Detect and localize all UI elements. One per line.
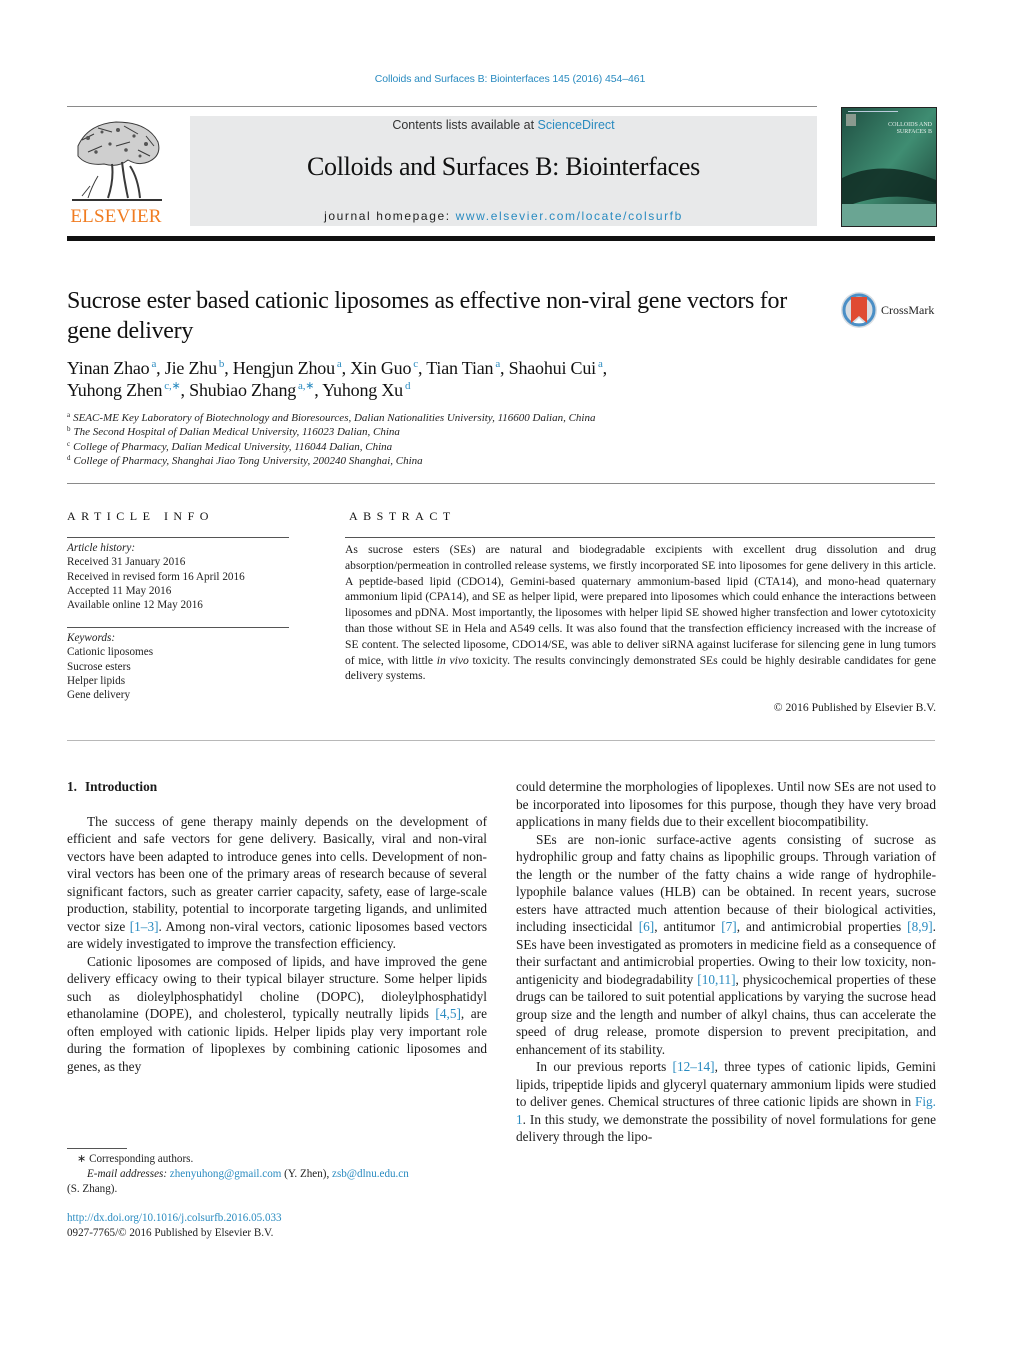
abstract-text: As sucrose esters (SEs) are natural and … [345,543,936,683]
author[interactable]: Yuhong Zhen c,∗ [67,380,181,400]
issn-copyright: 0927-7765/© 2016 Published by Elsevier B… [67,1227,274,1239]
cover-title-line1: COLLOIDS AND [888,122,933,128]
affiliation: a SEAC-ME Key Laboratory of Biotechnology… [67,411,596,425]
contents-line: Contents lists available at ScienceDirec… [190,118,817,132]
journal-title: Colloids and Surfaces B: Biointerfaces [307,152,700,181]
email-note: E-mail addresses: zhenyuhong@gmail.com (… [87,1168,409,1180]
affiliation-list: a SEAC-ME Key Laboratory of Biotechnology… [67,411,937,468]
doi-link[interactable]: http://dx.doi.org/10.1016/j.colsurfb.201… [67,1212,282,1224]
affiliation: c College of Pharmacy, Dalian Medical Uni… [67,439,393,453]
footnotes: ∗ Corresponding authors. E-mail addresse… [67,1152,487,1197]
article-title: Sucrose ester based cationic liposomes a… [67,288,787,344]
history-item: Available online 12 May 2016 [67,599,203,612]
citation-link[interactable]: [1–3] [130,919,159,934]
author[interactable]: Xin Guo c [350,358,418,378]
elsevier-tree-icon [72,121,162,201]
citation-link[interactable]: [12–14] [673,1059,715,1074]
abstract-rule [345,537,935,538]
affiliation-rule [67,483,935,484]
section-heading-introduction: 1. Introduction [67,779,158,794]
affiliation: b The Second Hospital of Dalian Medical U… [67,425,400,439]
citation-link[interactable]: [8,9] [907,919,932,934]
crossmark-badge[interactable]: CrossMark [840,291,940,329]
author-list: Yinan Zhao a, Jie Zhu b, Hengjun Zhou a, Xi… [67,358,607,400]
journal-citation[interactable]: Colloids and Surfaces B: Biointerfaces 1… [0,73,1020,85]
keywords: Keywords: Cationic liposomes Sucrose est… [67,631,297,702]
author[interactable]: Jie Zhu b [165,358,225,378]
corresponding-note: ∗ Corresponding authors. [77,1153,194,1165]
keywords-rule [67,627,289,628]
email-link[interactable]: zhenyuhong@gmail.com [170,1168,282,1180]
citation-link[interactable]: [7] [721,919,737,934]
contents-prefix: Contents lists available at [392,118,538,132]
affiliation: d College of Pharmacy, Shanghai Jiao Tong… [67,453,423,467]
journal-cover-thumbnail[interactable]: COLLOIDS AND SURFACES B [841,107,937,227]
keyword: Gene delivery [67,689,131,702]
citation-link[interactable]: [4,5] [435,1006,460,1021]
author[interactable]: Yinan Zhao a [67,358,156,378]
crossmark-icon [841,292,877,328]
history-item: Received in revised form 16 April 2016 [67,570,245,583]
body-paragraph: SEs are non-ionic surface-active agents … [516,831,936,1057]
header-rule [67,106,817,107]
elsevier-logo[interactable]: ELSEVIER [66,116,166,228]
author[interactable]: Yuhong Xu d [322,380,410,400]
journal-homepage-link[interactable]: www.elsevier.com/locate/colsurfb [456,209,683,223]
history-label: Article history: [67,542,136,554]
abstract-heading: ABSTRACT [349,509,456,523]
citation-link[interactable]: [10,11] [697,972,735,987]
body-paragraph: The success of gene therapy mainly depen… [67,813,487,952]
abstract-bottom-rule [67,740,935,741]
sciencedirect-link[interactable]: ScienceDirect [538,118,615,132]
email-owner: (S. Zhang). [67,1183,118,1195]
author[interactable]: Shaohui Cui a [509,358,603,378]
crossmark-label: CrossMark [881,303,935,317]
body-paragraph: In our previous reports [12–14], three t… [516,1059,936,1144]
elsevier-wordmark: ELSEVIER [70,206,162,227]
journal-cover-art-icon: COLLOIDS AND SURFACES B [842,108,936,226]
body-column-right: could determine the morphologies of lipo… [516,778,936,1146]
doi-block: http://dx.doi.org/10.1016/j.colsurfb.201… [67,1211,487,1241]
author[interactable]: Shubiao Zhang a,∗ [189,380,314,400]
abstract-copyright: © 2016 Published by Elsevier B.V. [773,701,936,714]
article-history: Article history: Received 31 January 201… [67,541,297,612]
header-thick-rule [67,236,935,241]
article-info-rule [67,537,289,538]
body-paragraph: could determine the morphologies of lipo… [516,779,936,829]
keyword: Cationic liposomes [67,646,154,659]
homepage-prefix: journal homepage: [324,209,456,223]
keywords-label: Keywords: [67,632,116,644]
cover-title-line2: SURFACES B [897,129,932,135]
keyword: Sucrose esters [67,660,131,673]
body-paragraph: Cationic liposomes are composed of lipid… [67,953,487,1074]
journal-homepage-line: journal homepage: www.elsevier.com/locat… [190,209,817,223]
article-info-heading: ARTICLE INFO [67,509,214,523]
citation-link[interactable]: [6] [639,919,655,934]
footnote-rule [67,1148,127,1149]
author[interactable]: Tian Tian a [426,358,500,378]
body-column-left: 1. Introduction The success of gene thera… [67,778,487,1075]
email-link[interactable]: zsb@dlnu.edu.cn [332,1168,409,1180]
keyword: Helper lipids [67,674,126,687]
author[interactable]: Hengjun Zhou a [233,358,342,378]
history-item: Accepted 11 May 2016 [67,584,172,597]
history-item: Received 31 January 2016 [67,556,186,569]
